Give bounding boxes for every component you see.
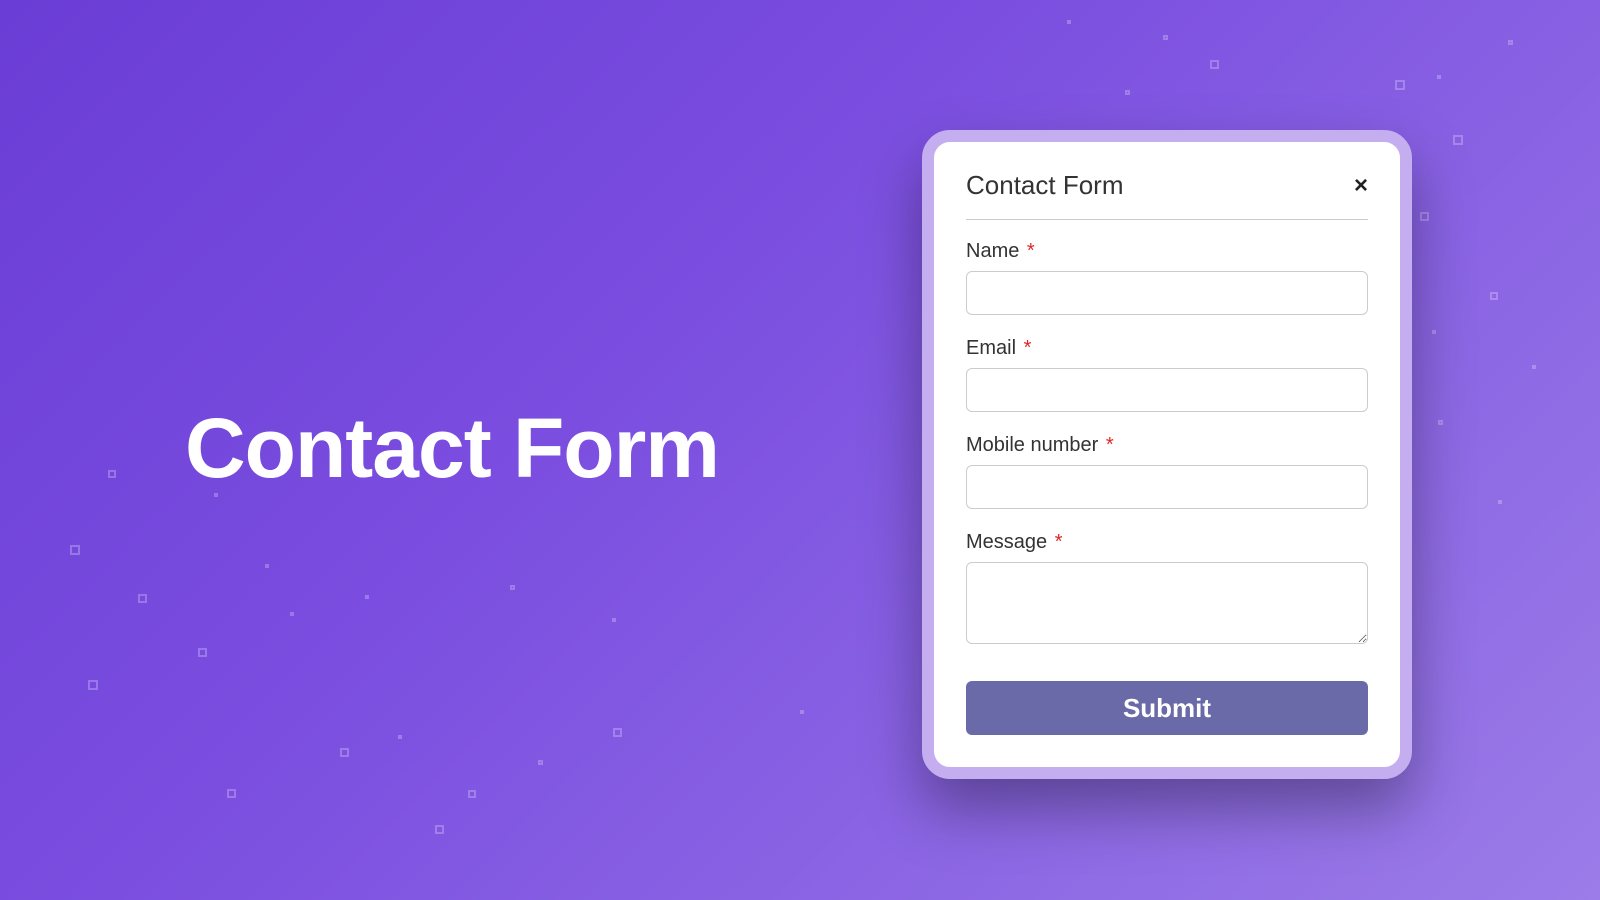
decor-square xyxy=(1067,20,1071,24)
decor-square xyxy=(365,595,369,599)
contact-form-card: Contact Form × Name * Email * Mobile num… xyxy=(922,130,1412,779)
decor-square xyxy=(800,710,804,714)
decor-square xyxy=(138,594,147,603)
decor-square xyxy=(613,728,622,737)
required-marker: * xyxy=(1027,240,1035,262)
decor-square xyxy=(1532,365,1536,369)
card-header: Contact Form × xyxy=(966,170,1368,220)
message-label-text: Message xyxy=(966,531,1047,553)
decor-square xyxy=(612,618,616,622)
decor-square xyxy=(227,789,236,798)
email-label: Email * xyxy=(966,337,1368,360)
decor-square xyxy=(290,612,294,616)
name-input[interactable] xyxy=(966,271,1368,315)
decor-square xyxy=(1453,135,1463,145)
decor-square xyxy=(510,585,515,590)
decor-square xyxy=(1490,292,1498,300)
decor-square xyxy=(340,748,349,757)
name-label: Name * xyxy=(966,240,1368,263)
submit-button[interactable]: Submit xyxy=(966,681,1368,735)
decor-square xyxy=(1437,75,1441,79)
decor-square xyxy=(1395,80,1405,90)
message-textarea[interactable] xyxy=(966,562,1368,644)
decor-square xyxy=(468,790,476,798)
field-group-message: Message * xyxy=(966,531,1368,649)
card-title: Contact Form xyxy=(966,170,1124,201)
decor-square xyxy=(88,680,98,690)
field-group-name: Name * xyxy=(966,240,1368,315)
decor-square xyxy=(108,470,116,478)
email-label-text: Email xyxy=(966,337,1016,359)
decor-square xyxy=(398,735,402,739)
required-marker: * xyxy=(1024,337,1032,359)
message-label: Message * xyxy=(966,531,1368,554)
decor-square xyxy=(1508,40,1513,45)
decor-square xyxy=(1210,60,1219,69)
close-icon[interactable]: × xyxy=(1354,174,1368,198)
decor-square xyxy=(1498,500,1502,504)
decor-square xyxy=(1420,212,1429,221)
required-marker: * xyxy=(1055,531,1063,553)
mobile-label: Mobile number * xyxy=(966,434,1368,457)
name-label-text: Name xyxy=(966,240,1019,262)
decor-square xyxy=(1163,35,1168,40)
decor-square xyxy=(1432,330,1436,334)
decor-square xyxy=(1125,90,1130,95)
decor-square xyxy=(265,564,269,568)
required-marker: * xyxy=(1106,434,1114,456)
decor-square xyxy=(70,545,80,555)
field-group-mobile: Mobile number * xyxy=(966,434,1368,509)
email-input[interactable] xyxy=(966,368,1368,412)
decor-square xyxy=(198,648,207,657)
decor-square xyxy=(1438,420,1443,425)
mobile-input[interactable] xyxy=(966,465,1368,509)
decor-square xyxy=(435,825,444,834)
field-group-email: Email * xyxy=(966,337,1368,412)
mobile-label-text: Mobile number xyxy=(966,434,1098,456)
page-title: Contact Form xyxy=(185,400,719,497)
decor-square xyxy=(538,760,543,765)
